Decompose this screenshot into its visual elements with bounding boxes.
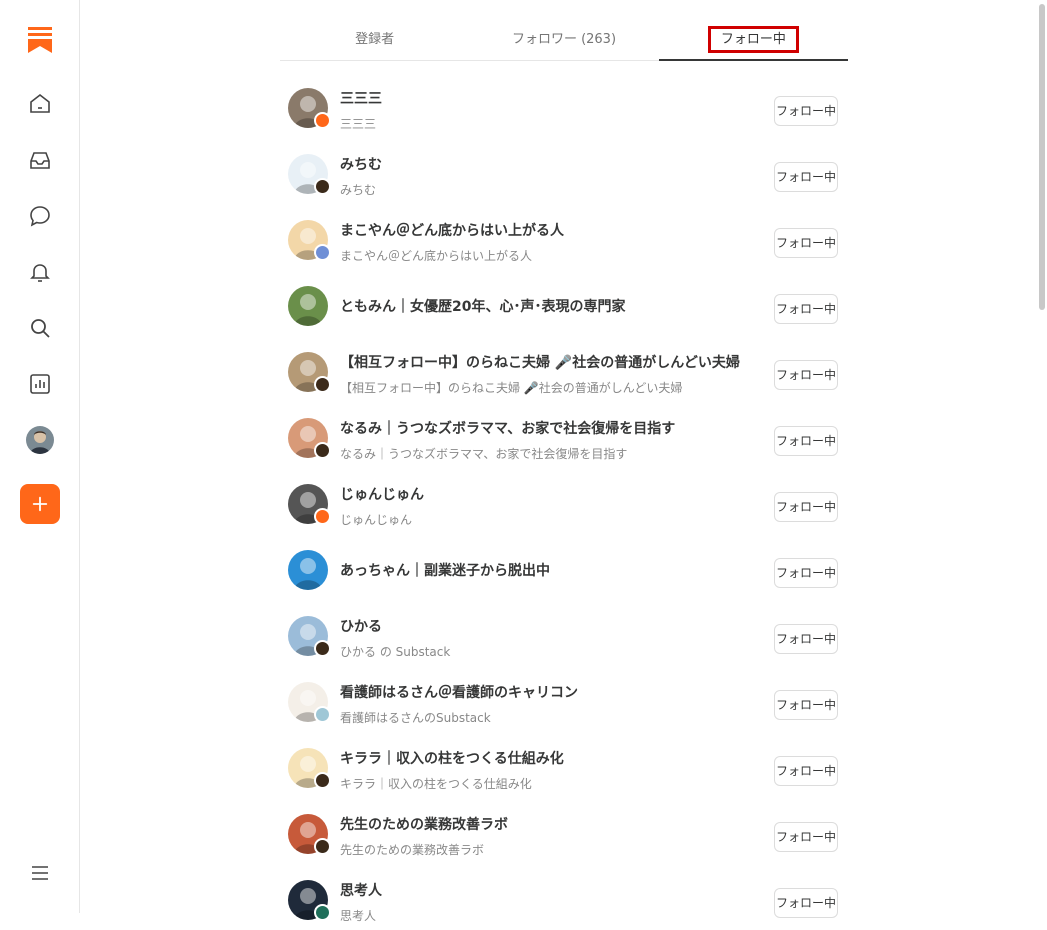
user-name[interactable]: 【相互フォロー中】のらねこ夫婦 🎤社会の普通がしんどい夫婦 — [340, 352, 740, 372]
list-item[interactable]: なるみ｜うつなズボラママ、お家で社会復帰を目指すなるみ｜うつなズボラママ、お家で… — [280, 408, 848, 468]
publication-badge — [314, 178, 331, 195]
user-name[interactable]: あっちゃん｜副業迷子から脱出中 — [340, 560, 550, 580]
publication-name: なるみ｜うつなズボラママ、お家で社会復帰を目指す — [340, 447, 628, 461]
user-name[interactable]: ともみん｜女優歴20年、心･声･表現の専門家 — [340, 296, 625, 316]
chat-icon[interactable] — [20, 196, 60, 236]
publication-name: みちむ — [340, 183, 377, 197]
tab-bar: 登録者 フォロワー (263) フォロー中 — [280, 22, 849, 61]
scrollbar[interactable] — [1039, 4, 1045, 310]
following-button[interactable]: フォロー中 — [774, 888, 838, 918]
publication-name: じゅんじゅん — [340, 513, 413, 527]
tab-subscribers[interactable]: 登録者 — [280, 22, 469, 60]
following-button[interactable]: フォロー中 — [774, 162, 838, 192]
list-item[interactable]: みちむ みちむ フォロー中 — [280, 144, 848, 204]
list-item[interactable]: 三三三 三三三 フォロー中 — [280, 78, 848, 138]
following-button[interactable]: フォロー中 — [774, 228, 838, 258]
stats-icon[interactable] — [20, 364, 60, 404]
user-name[interactable]: 看護師はるさん＠看護師のキャリコン — [340, 682, 578, 702]
publication-badge — [314, 442, 331, 459]
list-item[interactable]: 看護師はるさん＠看護師のキャリコン看護師はるさんのSubstack フォロー中 — [280, 672, 848, 732]
list-item[interactable]: ひかるひかる の Substack フォロー中 — [280, 606, 848, 666]
left-sidebar — [0, 0, 80, 913]
list-item[interactable]: 先生のための業務改善ラボ 先生のための業務改善ラボ フォロー中 — [280, 804, 848, 864]
user-name[interactable]: じゅんじゅん — [340, 484, 424, 504]
following-button[interactable]: フォロー中 — [774, 558, 838, 588]
list-item[interactable]: まこやん＠どん底からはい上がる人 まこやん＠どん底からはい上がる人 フォロー中 — [280, 210, 848, 270]
publication-name: 先生のための業務改善ラボ — [340, 843, 485, 857]
menu-icon[interactable] — [20, 853, 60, 893]
publication-name: 思考人 — [340, 909, 377, 923]
plus-icon — [32, 496, 48, 512]
substack-logo-icon[interactable] — [20, 20, 60, 60]
profile-avatar[interactable] — [26, 426, 54, 454]
publication-badge — [314, 508, 331, 525]
user-name[interactable]: なるみ｜うつなズボラママ、お家で社会復帰を目指す — [340, 418, 675, 438]
following-button[interactable]: フォロー中 — [774, 690, 838, 720]
list-item[interactable]: ともみん｜女優歴20年、心･声･表現の専門家 フォロー中 — [280, 276, 848, 336]
search-icon[interactable] — [20, 308, 60, 348]
list-item[interactable]: 思考人 思考人 フォロー中 — [280, 870, 848, 930]
inbox-icon[interactable] — [20, 140, 60, 180]
publication-badge — [314, 706, 331, 723]
user-name[interactable]: みちむ — [340, 154, 382, 174]
following-button[interactable]: フォロー中 — [774, 624, 838, 654]
user-name[interactable]: キララ｜収入の柱をつくる仕組み化 — [340, 748, 564, 768]
user-avatar[interactable] — [288, 286, 328, 326]
user-name[interactable]: まこやん＠どん底からはい上がる人 — [340, 220, 564, 240]
following-button[interactable]: フォロー中 — [774, 492, 838, 522]
publication-name: まこやん＠どん底からはい上がる人 — [340, 249, 533, 263]
user-name[interactable]: ひかる — [340, 616, 382, 636]
publication-badge — [314, 838, 331, 855]
publication-name: ひかる の Substack — [340, 645, 451, 659]
create-plus-button[interactable] — [20, 484, 60, 524]
publication-name: 【相互フォロー中】のらねこ夫婦 🎤社会の普通がしんどい夫婦 — [340, 381, 683, 395]
publication-name: 三三三 — [340, 117, 377, 131]
bell-icon[interactable] — [20, 252, 60, 292]
user-name[interactable]: 三三三 — [340, 88, 382, 108]
following-button[interactable]: フォロー中 — [774, 294, 838, 324]
publication-badge — [314, 640, 331, 657]
user-name[interactable]: 先生のための業務改善ラボ — [340, 814, 508, 834]
publication-badge — [314, 772, 331, 789]
publication-badge — [314, 376, 331, 393]
user-name[interactable]: 思考人 — [340, 880, 382, 900]
tab-following[interactable]: フォロー中 — [658, 22, 849, 61]
tab-followers[interactable]: フォロワー (263) — [469, 22, 658, 60]
list-item[interactable]: 【相互フォロー中】のらねこ夫婦 🎤社会の普通がしんどい夫婦【相互フォロー中】のら… — [280, 342, 848, 402]
home-icon[interactable] — [20, 84, 60, 124]
publication-name: 看護師はるさんのSubstack — [340, 711, 491, 725]
following-button[interactable]: フォロー中 — [774, 756, 838, 786]
following-button[interactable]: フォロー中 — [774, 822, 838, 852]
following-button[interactable]: フォロー中 — [774, 426, 838, 456]
list-item[interactable]: じゅんじゅん じゅんじゅん フォロー中 — [280, 474, 848, 534]
list-item[interactable]: キララ｜収入の柱をつくる仕組み化 キララ｜収入の柱をつくる仕組み化 フォロー中 — [280, 738, 848, 798]
following-button[interactable]: フォロー中 — [774, 360, 838, 390]
user-avatar[interactable] — [288, 550, 328, 590]
publication-badge — [314, 244, 331, 261]
publication-name: キララ｜収入の柱をつくる仕組み化 — [340, 777, 532, 791]
list-item[interactable]: あっちゃん｜副業迷子から脱出中 フォロー中 — [280, 540, 848, 600]
following-button[interactable]: フォロー中 — [774, 96, 838, 126]
publication-badge — [314, 112, 331, 129]
